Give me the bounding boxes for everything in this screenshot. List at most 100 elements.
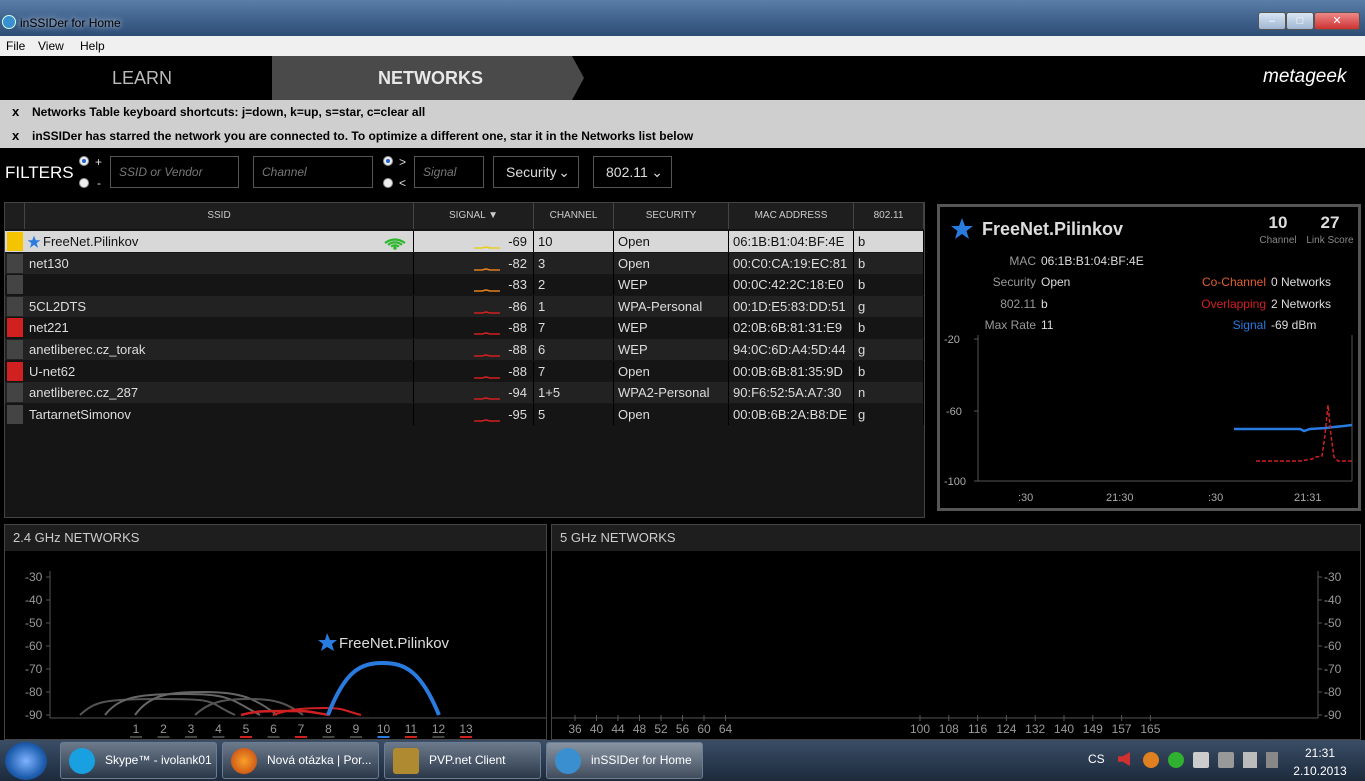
tray-app-icon[interactable] — [1193, 752, 1209, 768]
table-row[interactable]: anetliberec.cz_287 -94 1+5 WPA2-Personal 90:… — [5, 382, 924, 404]
table-row[interactable]: anetliberec.cz_torak -88 6 WEP 94:0C:6D:A4:5… — [5, 339, 924, 360]
app-icon — [2, 15, 16, 29]
taskbar-label: inSSIDer for Home — [591, 753, 692, 767]
header-color — [5, 203, 25, 229]
ssid-exclude-radio[interactable] — [79, 178, 89, 188]
security-filter-select[interactable]: Security ⌄ — [493, 156, 579, 188]
language-indicator[interactable]: CS — [1088, 752, 1105, 766]
menu-view[interactable]: View — [38, 39, 64, 53]
cell-80211-text: g — [858, 342, 866, 357]
table-row[interactable]: TartarnetSimonov -95 5 Open 00:0B:6B:2A:B8:D… — [5, 403, 924, 425]
table-row[interactable]: net130 -82 3 Open 00:C0:CA:19:EC:81 b — [5, 252, 924, 274]
cell-channel-text: 3 — [538, 255, 546, 271]
header-signal[interactable]: SIGNAL ▼ — [414, 203, 534, 229]
channel-tick: 100 — [910, 722, 930, 736]
tab-learn[interactable]: LEARN — [0, 56, 274, 100]
ssid-filter-input[interactable]: SSID or Vendor — [110, 156, 239, 188]
row-color-swatch[interactable] — [7, 232, 23, 251]
tray-app-icon[interactable] — [1168, 752, 1184, 768]
ssid-include-radio[interactable] — [79, 156, 89, 166]
header-80211[interactable]: 802.11 — [854, 203, 924, 229]
menu-help[interactable]: Help — [80, 39, 105, 53]
taskbar-item-pvp[interactable]: PVP.net Client — [384, 742, 541, 779]
cell-80211-text: b — [858, 234, 866, 249]
cell-signal: -88 — [414, 339, 534, 360]
chevron-down-icon: ⌄ — [651, 164, 663, 180]
row-color-swatch[interactable] — [7, 296, 23, 316]
table-row[interactable]: -83 2 WEP 00:0C:42:2C:18:E0 b — [5, 274, 924, 296]
channel-tick: 7 — [298, 722, 305, 736]
cell-channel-text: 10 — [538, 234, 553, 249]
standard-filter-select[interactable]: 802.11 ⌄ — [593, 156, 672, 188]
cochannel-value: 0 Networks — [1271, 275, 1332, 289]
row-color-swatch[interactable] — [7, 404, 23, 424]
clock-time[interactable]: 21:31 — [1290, 746, 1350, 760]
header-ssid[interactable]: SSID — [25, 203, 414, 229]
cell-signal-text: -86 — [508, 298, 527, 314]
cell-channel-text: 7 — [538, 363, 546, 379]
taskbar-item-firefox[interactable]: Nová otázka | Por... — [222, 742, 379, 779]
clock-date[interactable]: 2.10.2013 — [1290, 764, 1350, 778]
taskbar-item-inssider[interactable]: inSSIDer for Home — [546, 742, 703, 779]
tray-app-icon[interactable] — [1243, 752, 1257, 768]
signal-sparkline — [474, 354, 500, 357]
y-tick: -50 — [25, 616, 43, 630]
close-button[interactable]: ✕ — [1314, 12, 1360, 30]
cell-mac: 94:0C:6D:A4:5D:44 — [729, 339, 854, 360]
header-channel[interactable]: CHANNEL — [534, 203, 614, 229]
table-row[interactable]: 5CL2DTS -86 1 WPA-Personal 00:1D:E5:83:DD:51… — [5, 295, 924, 317]
cell-80211-text: g — [858, 406, 866, 422]
row-color-swatch[interactable] — [7, 318, 23, 338]
cell-ssid-text: FreeNet.Pilinkov — [43, 234, 139, 249]
table-row[interactable]: net221 -88 7 WEP 02:0B:6B:81:31:E9 b — [5, 317, 924, 339]
cell-80211: g — [854, 295, 924, 317]
cell-80211: b — [854, 360, 924, 382]
y-tick: -100 — [944, 476, 966, 488]
start-button[interactable] — [5, 742, 47, 780]
row-color-swatch[interactable] — [7, 383, 23, 403]
row-color-swatch[interactable] — [7, 275, 23, 295]
network-icon[interactable] — [1218, 752, 1234, 768]
tray-app-icon[interactable] — [1143, 752, 1159, 768]
table-row[interactable]: U-net62 -88 7 Open 00:0B:6B:81:35:9D b — [5, 360, 924, 382]
channel-tick: 60 — [697, 722, 711, 736]
y-tick: -80 — [25, 685, 43, 699]
ghz24-chart: -30-40-50-60-70-80-901 2 3 4 5 6 7 8 9 10 11 12 13 F… — [25, 570, 546, 738]
cell-mac-text: 06:1B:B1:04:BF:4E — [733, 234, 845, 249]
table-row[interactable]: FreeNet.Pilinkov -69 10 Open 06:1B:B1:04:BF:… — [5, 231, 924, 252]
cell-channel: 5 — [534, 403, 614, 425]
minimize-button[interactable]: – — [1258, 12, 1286, 30]
signal-lt-radio[interactable] — [383, 178, 393, 188]
signal-filter-input[interactable]: Signal — [414, 156, 484, 188]
window-titlebar: inSSIDer for Home – □ ✕ — [0, 0, 1365, 36]
star-icon[interactable] — [950, 217, 974, 241]
cell-signal-text: -69 — [508, 234, 527, 249]
cell-channel: 3 — [534, 252, 614, 274]
row-color-swatch[interactable] — [7, 253, 23, 273]
cell-signal-text: -88 — [508, 320, 527, 336]
maximize-button[interactable]: □ — [1286, 12, 1314, 30]
x-tick: 21:30 — [1106, 492, 1134, 504]
star-icon[interactable] — [27, 235, 41, 249]
cell-signal-text: -82 — [508, 255, 527, 271]
standard-select-label: 802.11 — [606, 164, 648, 180]
channel-tick: 64 — [719, 722, 733, 736]
header-mac[interactable]: MAC ADDRESS — [729, 203, 854, 229]
close-notice-button[interactable]: x — [12, 100, 19, 124]
tray-app-icon[interactable] — [1266, 752, 1278, 768]
cell-mac: 00:C0:CA:19:EC:81 — [729, 252, 854, 274]
row-color-swatch[interactable] — [7, 361, 23, 381]
taskbar-item-skype[interactable]: Skype™ - ivolank01 — [60, 742, 217, 779]
cell-channel-text: 2 — [538, 277, 546, 293]
header-security[interactable]: SECURITY — [614, 203, 729, 229]
menu-file[interactable]: File — [6, 39, 25, 53]
channel-tick: 3 — [188, 722, 195, 736]
channel-filter-input[interactable]: Channel — [253, 156, 373, 188]
channel-tick: 140 — [1054, 722, 1074, 736]
close-notice-button[interactable]: x — [12, 124, 19, 148]
channel-tick: 40 — [590, 722, 604, 736]
signal-gt-radio[interactable] — [383, 156, 393, 166]
row-color-swatch[interactable] — [7, 340, 23, 359]
signal-sparkline — [474, 310, 500, 314]
tab-networks[interactable]: NETWORKS — [272, 56, 572, 100]
